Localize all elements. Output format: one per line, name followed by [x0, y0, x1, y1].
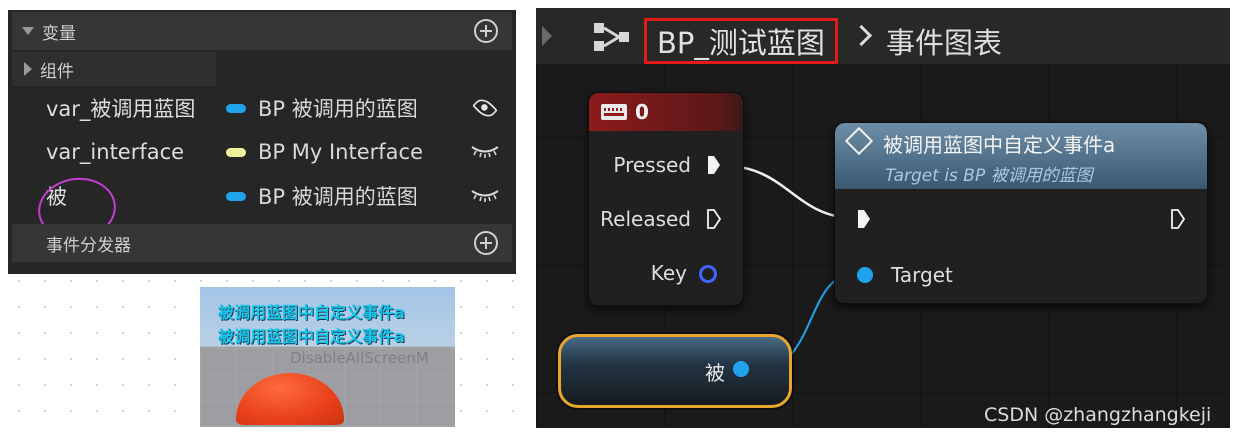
eye-closed-icon[interactable] — [470, 188, 500, 202]
blueprint-name-breadcrumb[interactable]: BP_测试蓝图 — [644, 18, 838, 64]
graph-breadcrumb-bar: BP_测试蓝图 事件图表 — [536, 8, 1230, 64]
target-pin-label: Target — [891, 263, 953, 287]
variable-type[interactable]: BP 被调用的蓝图 — [226, 181, 418, 211]
variable-getter-label: 被 — [705, 361, 725, 385]
expand-arrow-icon[interactable] — [24, 62, 32, 76]
event-dispatchers-label: 事件分发器 — [46, 235, 131, 256]
console-command-text: DisableAllScreenM — [290, 349, 429, 367]
variable-type-label: BP 被调用的蓝图 — [258, 185, 418, 209]
exec-in-pin-icon[interactable] — [857, 209, 871, 229]
released-exec-pin-icon[interactable] — [707, 209, 721, 229]
exec-out-pin-icon[interactable] — [1171, 209, 1185, 229]
key-node-title: 0 — [635, 100, 649, 124]
eye-open-icon[interactable] — [472, 95, 498, 121]
node-header[interactable]: 0 — [589, 93, 743, 131]
type-color-pill — [226, 103, 246, 113]
variable-type-label: BP My Interface — [258, 140, 423, 164]
back-arrow-icon[interactable] — [542, 26, 552, 46]
function-icon — [844, 126, 874, 156]
blueprint-event-graph[interactable]: BP_测试蓝图 事件图表 0 Pressed Released Key 被调用蓝… — [536, 8, 1230, 428]
event-graph-breadcrumb[interactable]: 事件图表 — [886, 20, 1002, 62]
variable-type-label: BP 被调用的蓝图 — [258, 97, 418, 121]
print-string-line: 被调用蓝图中自定义事件a — [218, 327, 405, 346]
key-pin-label: Key — [650, 261, 687, 285]
components-section-label: 组件 — [40, 61, 74, 82]
event-dispatchers-section-header[interactable]: 事件分发器 — [12, 224, 512, 262]
variable-name: var_被调用蓝图 — [46, 97, 196, 121]
variable-output-pin-icon[interactable] — [733, 361, 749, 377]
variable-name: var_interface — [46, 140, 185, 164]
eye-closed-icon[interactable] — [470, 144, 500, 158]
graph-icon — [594, 23, 629, 51]
collapse-arrow-icon[interactable] — [22, 27, 34, 35]
components-section-header[interactable]: 组件 — [12, 52, 216, 86]
variable-row[interactable]: var_被调用蓝图 BP 被调用的蓝图 — [12, 88, 512, 128]
released-pin-label: Released — [600, 207, 691, 231]
type-color-pill — [226, 191, 246, 201]
keyboard-event-node[interactable]: 0 Pressed Released Key — [588, 92, 744, 306]
game-viewport-preview: 被调用蓝图中自定义事件a 被调用蓝图中自定义事件a DisableAllScre… — [200, 287, 455, 427]
node-header[interactable]: 被调用蓝图中自定义事件a Target is BP 被调用的蓝图 — [835, 123, 1207, 189]
event-node-title: 被调用蓝图中自定义事件a — [883, 133, 1116, 157]
chevron-right-icon — [850, 24, 873, 47]
variable-getter-node[interactable]: 被 — [558, 334, 792, 408]
pressed-exec-pin-icon[interactable] — [707, 155, 721, 175]
variables-section-label: 变量 — [42, 23, 76, 44]
event-node-subtitle: Target is BP 被调用的蓝图 — [885, 166, 1093, 186]
type-color-pill — [226, 147, 246, 157]
pressed-pin-label: Pressed — [613, 153, 691, 177]
variable-row[interactable]: var_interface BP My Interface — [12, 132, 512, 172]
add-dispatcher-button[interactable] — [474, 231, 498, 255]
variable-type[interactable]: BP My Interface — [226, 140, 423, 164]
csdn-watermark: CSDN @zhangzhangkeji — [984, 404, 1212, 426]
keyboard-icon — [601, 104, 627, 120]
print-string-line: 被调用蓝图中自定义事件a — [218, 303, 405, 322]
my-blueprint-variables-panel: 变量 组件 var_被调用蓝图 BP 被调用的蓝图 var_interface … — [8, 10, 516, 274]
variables-section-header[interactable]: 变量 — [12, 12, 512, 50]
variable-type[interactable]: BP 被调用的蓝图 — [226, 93, 418, 123]
target-pin-icon[interactable] — [857, 267, 873, 283]
key-struct-pin-icon[interactable] — [699, 265, 717, 283]
add-variable-button[interactable] — [474, 19, 498, 43]
call-custom-event-node[interactable]: 被调用蓝图中自定义事件a Target is BP 被调用的蓝图 Target — [834, 122, 1208, 304]
